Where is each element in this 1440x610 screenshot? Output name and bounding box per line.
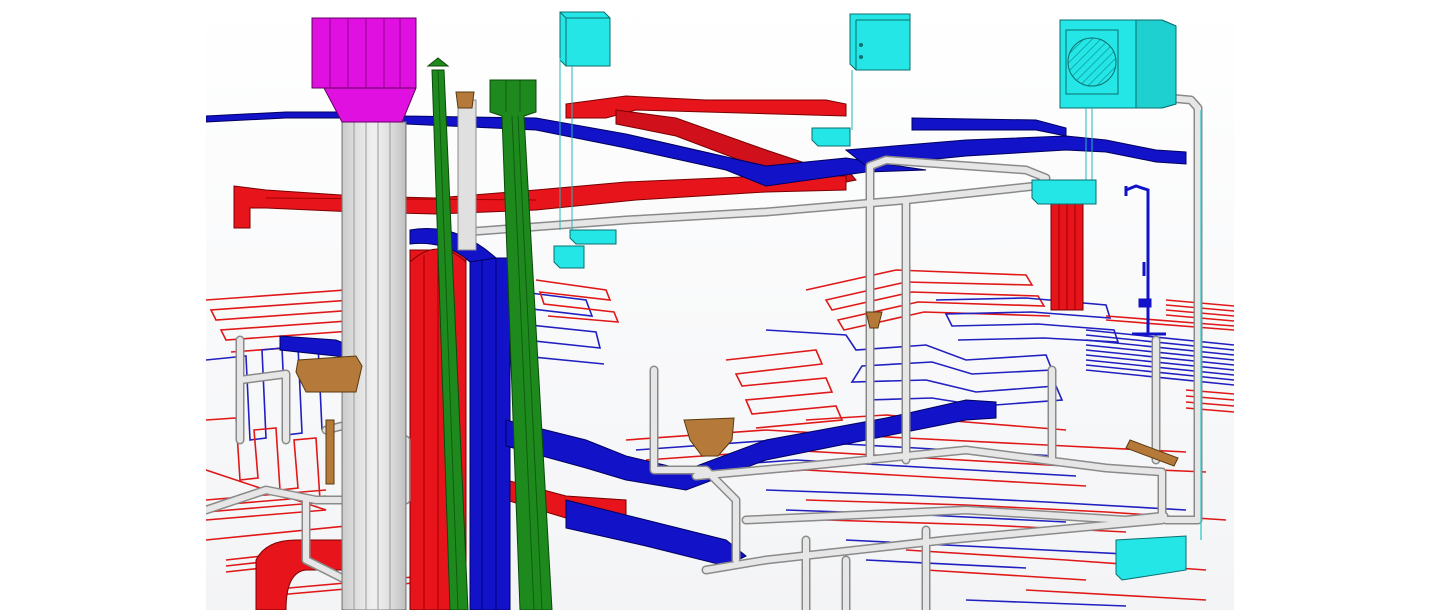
supply-duct-left-main — [233, 175, 847, 229]
return-duct-top-left — [206, 111, 927, 187]
valve-icon[interactable] — [455, 91, 475, 109]
mep-model-canvas[interactable] — [206, 0, 1234, 610]
water-pipe-vertical-small — [457, 99, 477, 251]
return-duct-riser-main — [469, 257, 511, 610]
return-duct-top-right-end — [911, 117, 1067, 137]
supply-duct-upper — [565, 95, 847, 119]
exhaust-chimney-stack — [311, 17, 417, 610]
valve-icon[interactable] — [683, 417, 735, 457]
ceiling-cassette-unit-middle[interactable] — [811, 127, 851, 147]
heating-loop-left-cold — [206, 343, 323, 441]
water-pipe-right-risers — [1049, 337, 1159, 463]
heating-loop-right-upper-hot — [805, 269, 1051, 331]
shower-icon[interactable] — [1124, 184, 1166, 336]
ceiling-cassette-unit-left[interactable] — [553, 229, 617, 269]
heating-loop-far-right-hot — [1105, 299, 1234, 413]
floor-console-unit[interactable] — [1115, 535, 1187, 581]
model-viewport[interactable] — [206, 0, 1234, 610]
valve-icon[interactable] — [295, 355, 363, 393]
return-duct-lower — [565, 499, 747, 567]
ceiling-cassette-unit-right[interactable] — [1031, 179, 1097, 205]
heating-loop-centre-hot — [535, 279, 620, 323]
valve-icon[interactable] — [325, 419, 335, 485]
wall-mounted-ac-unit-icon[interactable] — [849, 13, 911, 130]
